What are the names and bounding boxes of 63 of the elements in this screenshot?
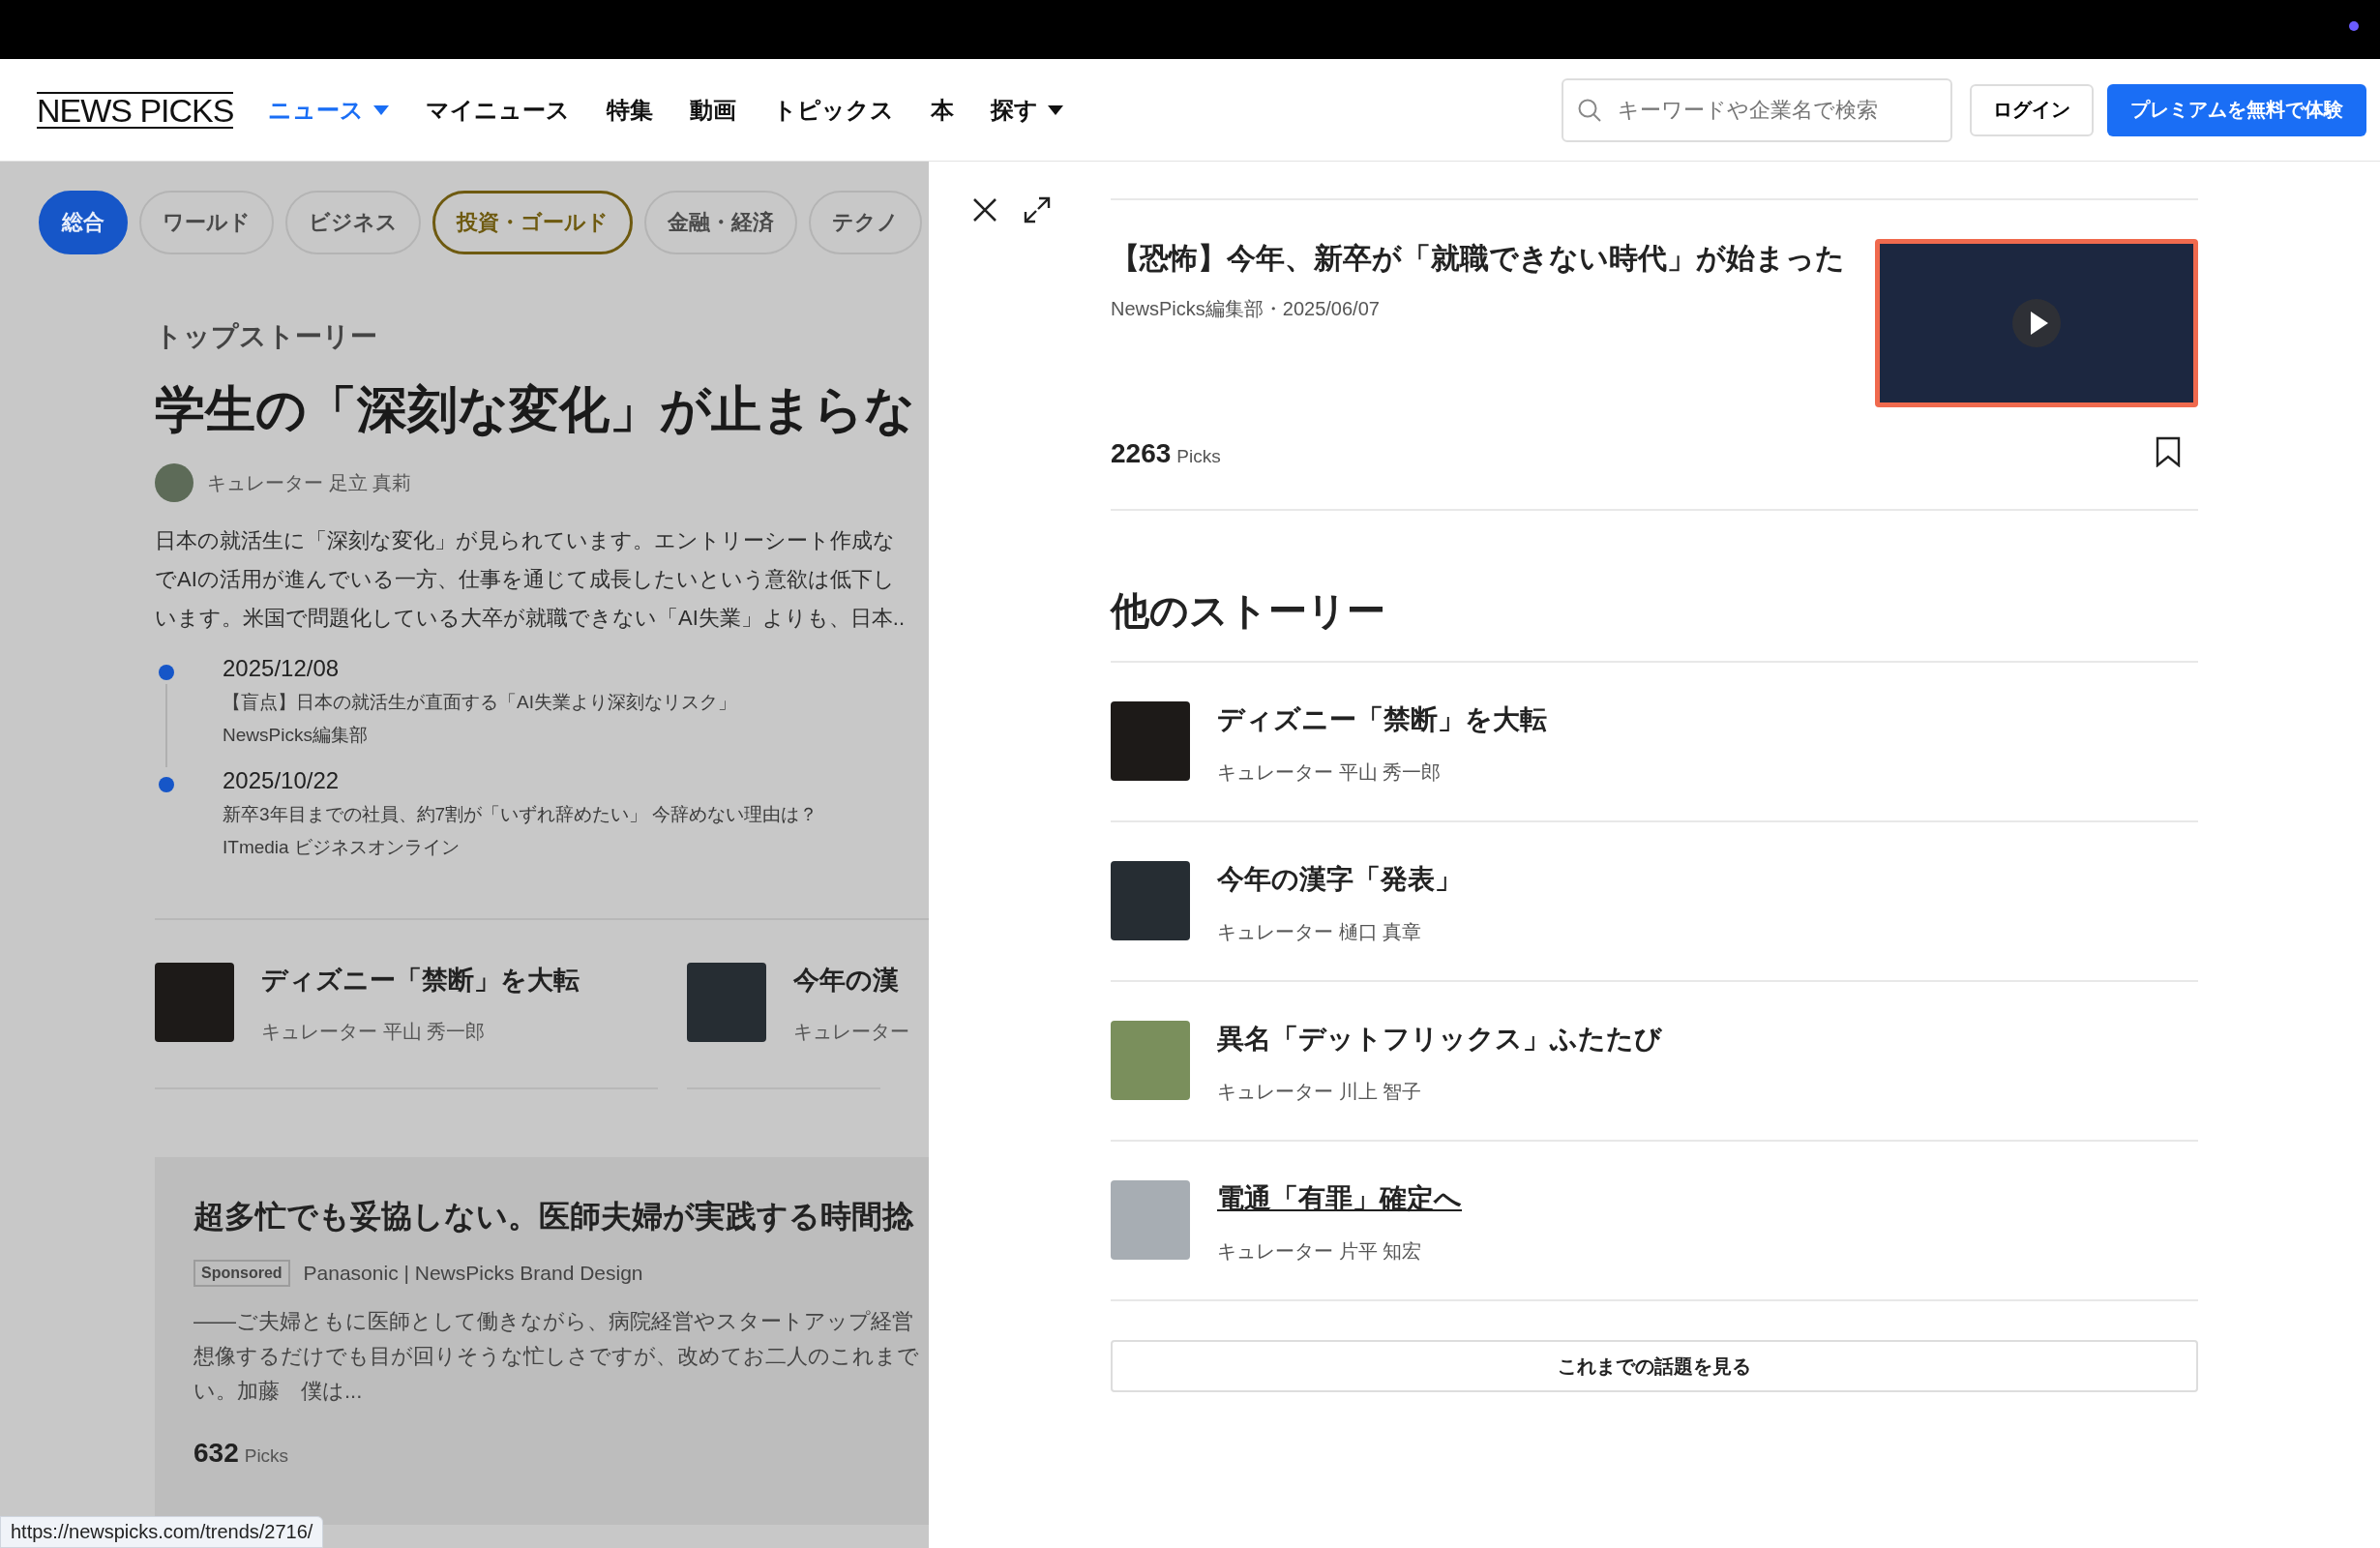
story-summary: 日本の就活生に「深刻な変化」が見られています。エントリーシート作成な でAIの活用が進んでいる一方、仕事を通じて成長したいという意欲は低下し います。米国で問題化している大卒が就職できない「AI失業」よりも、日本.. xyxy=(155,527,906,632)
category-tab[interactable]: テクノ xyxy=(809,191,922,254)
timeline-title[interactable]: 【盲点】日本の就活生が直面する「AI失業より深刻なリスク」 xyxy=(223,690,736,715)
sponsored-summary: ——ご夫婦ともに医師として働きながら、病院経営やスタートアップ経営 想像するだけでも目が回りそうな忙しさですが、改めてお二人のこれまで い。加藤 僕は... xyxy=(193,1308,920,1405)
curator-name: キュレーター 片平 知宏 xyxy=(1217,1239,1423,1264)
bookmark-icon[interactable] xyxy=(2156,436,2181,470)
timeline-dot xyxy=(159,665,174,680)
nav-item[interactable]: トピックス xyxy=(773,94,895,126)
play-icon xyxy=(2011,298,2062,348)
category-tab[interactable]: 投資・ゴールド xyxy=(432,191,633,254)
nav-item[interactable]: 探す xyxy=(991,94,1064,126)
category-tab[interactable]: 金融・経済 xyxy=(644,191,797,254)
article-title[interactable]: 【恐怖】今年、新卒が「就職できない時代」が始まった xyxy=(1111,239,1845,279)
section-title: トップストーリー xyxy=(155,320,378,353)
premium-trial-button[interactable]: プレミアムを無料で体験 xyxy=(2107,83,2366,136)
sponsored-title[interactable]: 超多忙でも妥協しない。医師夫婦が実践する時間捻 xyxy=(193,1196,929,1238)
avatar xyxy=(155,463,193,502)
timeline-date: 2025/12/08 xyxy=(223,655,341,682)
picks-label: Picks xyxy=(244,1445,289,1467)
sponsored-badge: Sponsored xyxy=(193,1260,290,1287)
picks-count: 632 xyxy=(193,1438,239,1469)
timeline-title[interactable]: 新卒3年目までの社員、約7割が「いずれ辞めたい」 今辞めない理由は？ xyxy=(223,802,818,827)
story-title[interactable]: 電通「有罪」確定へ xyxy=(1217,1180,1462,1217)
picks-label: Picks xyxy=(1176,445,1221,467)
curator-name: キュレーター 平山 秀一郎 xyxy=(261,1020,487,1044)
picks-count: 2263 xyxy=(1111,437,1172,469)
category-tab[interactable]: ワールド xyxy=(139,191,274,254)
story-title[interactable]: ディズニー「禁断」を大転 xyxy=(261,963,580,997)
video-thumbnail[interactable] xyxy=(1875,239,2198,407)
timeline-source: ITmedia ビジネスオンライン xyxy=(223,836,461,859)
story-title[interactable]: ディズニー「禁断」を大転 xyxy=(1217,701,1547,738)
caret-icon xyxy=(373,104,390,115)
nav-item[interactable]: 動画 xyxy=(690,94,737,126)
see-more-button[interactable]: これまでの話題を見る xyxy=(1111,1340,2198,1392)
story-title[interactable]: 今年の漢字「発表」 xyxy=(1217,861,1462,898)
timeline-date: 2025/10/22 xyxy=(223,767,341,794)
status-dot xyxy=(2349,21,2359,31)
nav-item[interactable]: 特集 xyxy=(607,94,654,126)
logo[interactable]: NEWS PICKS xyxy=(37,91,234,129)
sponsored-card[interactable]: 超多忙でも妥協しない。医師夫婦が実践する時間捻 Sponsored Panasonic | NewsPicks Brand Design ——ご夫婦ともに医師として働きながら、病院経営やスタートアップ経営 想像するだけでも目が回りそうな忙しさですが、改めてお二人のこれまで い。加藤 僕は... 632 Picks xyxy=(155,1157,929,1525)
caret-icon xyxy=(1048,104,1064,115)
link-url-tooltip: https://newspicks.com/trends/2716/ xyxy=(0,1516,324,1548)
story-title[interactable]: 異名「デットフリックス」ふたたび xyxy=(1217,1021,1662,1057)
search-field[interactable]: キーワードや企業名で検索 xyxy=(1562,77,1952,142)
curator-name: キュレーター 平山 秀一郎 xyxy=(1217,760,1443,785)
timeline-source: NewsPicks編集部 xyxy=(223,724,369,747)
timeline-dot xyxy=(159,777,174,792)
login-button[interactable]: ログイン xyxy=(1970,83,2094,136)
search-icon xyxy=(1577,97,1602,123)
sponsor-name: Panasonic | NewsPicks Brand Design xyxy=(303,1262,643,1285)
nav-item[interactable]: マイニュース xyxy=(426,94,571,126)
section-title: 他のストーリー xyxy=(1111,511,2198,663)
story-title[interactable]: 今年の漢 xyxy=(793,963,909,997)
nav-item[interactable]: ニュース xyxy=(268,94,390,126)
category-tab[interactable]: ビジネス xyxy=(285,191,421,254)
nav-item[interactable]: 本 xyxy=(931,94,955,126)
headline[interactable]: 学生の「深刻な変化」が止まらな xyxy=(155,376,929,444)
curator-name: キュレーター 足立 真莉 xyxy=(207,470,412,495)
curator-name: キュレーター xyxy=(793,1020,909,1044)
curator-name: キュレーター 川上 智子 xyxy=(1217,1080,1423,1104)
curator-name: キュレーター 樋口 真章 xyxy=(1217,920,1423,944)
category-tab[interactable]: 総合 xyxy=(39,191,128,254)
article-meta: NewsPicks編集部・2025/06/07 xyxy=(1111,297,1381,321)
